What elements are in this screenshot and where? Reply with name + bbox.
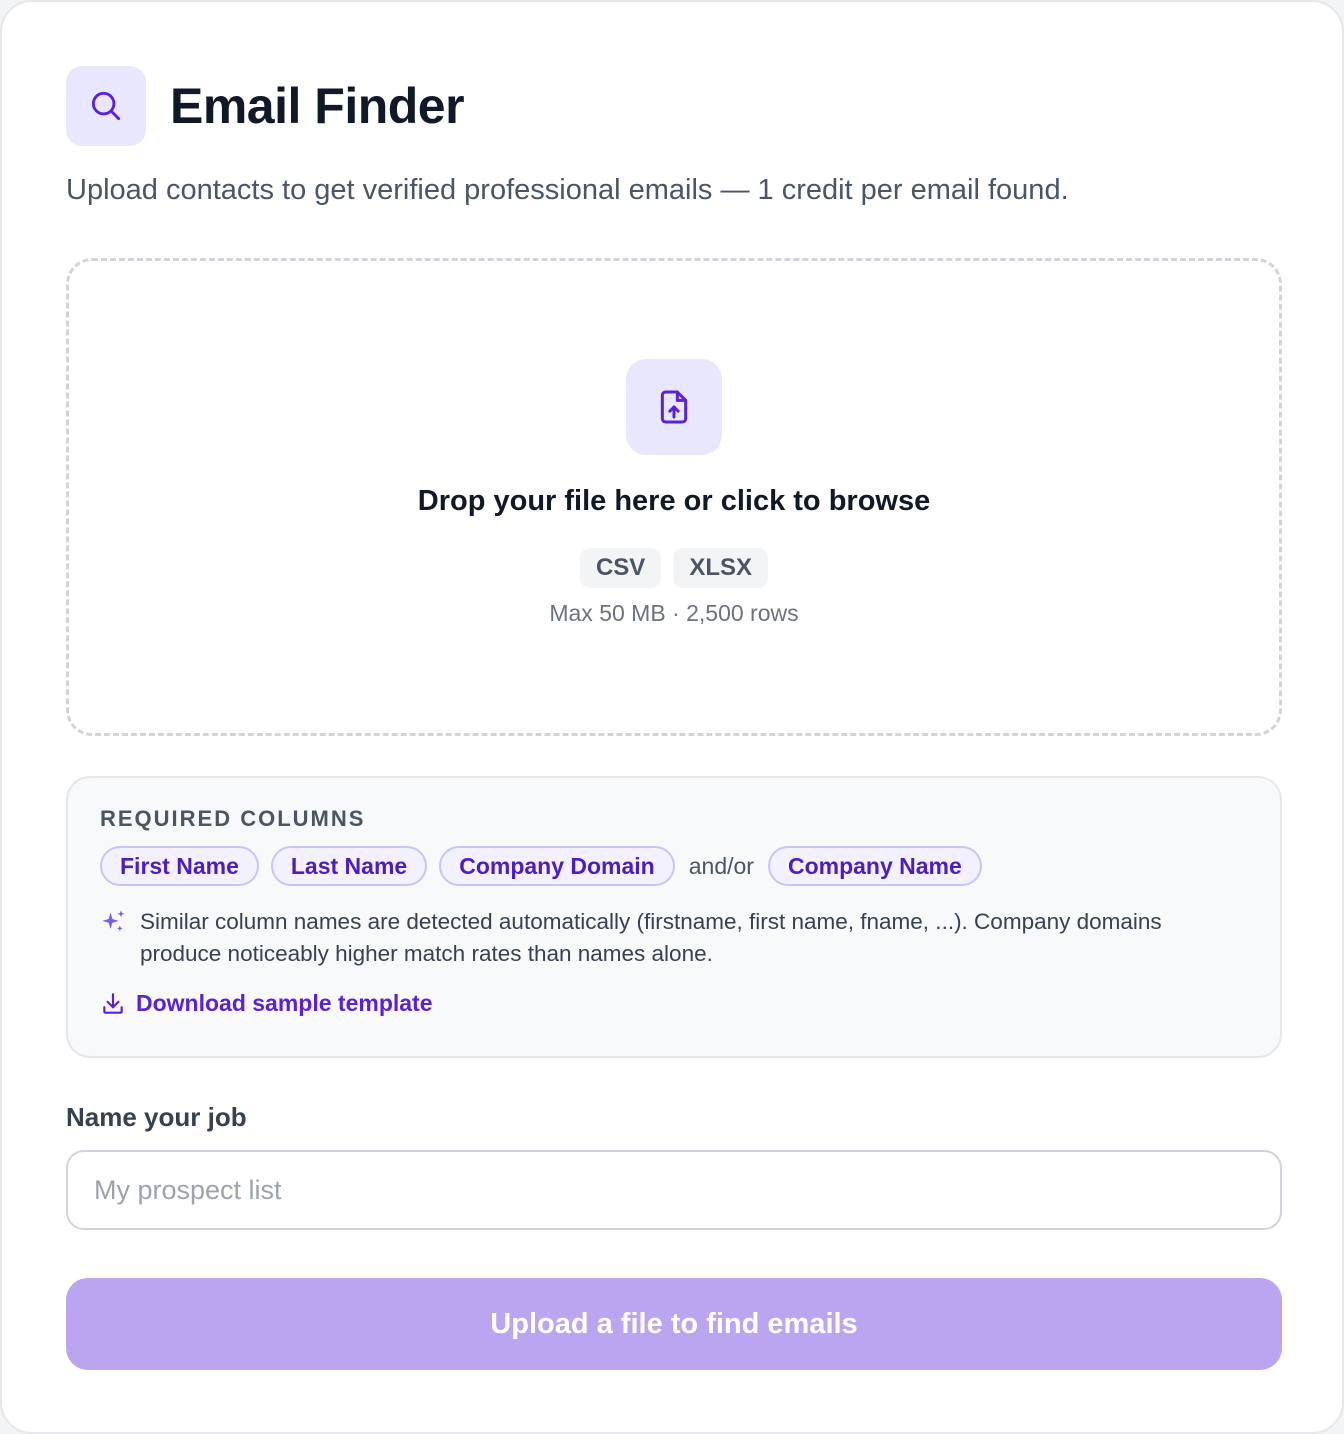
search-icon	[66, 66, 146, 146]
format-badge-csv: CSV	[579, 548, 662, 588]
format-badge-xlsx: XLSX	[673, 548, 769, 588]
and-or-separator: and/or	[688, 852, 754, 879]
column-chip-company-domain: Company Domain	[439, 846, 675, 886]
download-template-link[interactable]: Download sample template	[100, 990, 1248, 1017]
column-hint: Similar column names are detected automa…	[100, 906, 1248, 970]
find-emails-button[interactable]: Upload a file to find emails	[66, 1278, 1282, 1370]
format-badges: CSV XLSX	[579, 548, 769, 588]
email-finder-card: Email Finder Upload contacts to get veri…	[0, 0, 1344, 1434]
download-icon	[103, 992, 123, 1014]
column-chip-last-name: Last Name	[270, 846, 428, 886]
page-header: Email Finder	[66, 66, 465, 146]
column-chips: First Name Last Name Company Domain and/…	[100, 846, 1248, 886]
required-columns-panel: REQUIRED COLUMNS First Name Last Name Co…	[66, 776, 1282, 1058]
file-upload-icon	[626, 359, 722, 455]
file-dropzone[interactable]: Drop your file here or click to browse C…	[66, 258, 1282, 736]
file-limits: Max 50 MB · 2,500 rows	[549, 600, 799, 626]
download-template-label: Download sample template	[136, 990, 433, 1016]
column-chip-company-name: Company Name	[767, 846, 982, 886]
column-chip-first-name: First Name	[100, 846, 259, 886]
sparkles-icon	[102, 910, 125, 932]
page-title: Email Finder	[170, 78, 465, 134]
job-name-label: Name your job	[66, 1102, 247, 1132]
required-columns-heading: REQUIRED COLUMNS	[100, 806, 366, 831]
dropzone-title: Drop your file here or click to browse	[417, 485, 931, 517]
job-name-input[interactable]	[66, 1150, 1282, 1230]
page-subtitle: Upload contacts to get verified professi…	[66, 174, 1069, 206]
hint-text: Similar column names are detected automa…	[140, 909, 1162, 966]
